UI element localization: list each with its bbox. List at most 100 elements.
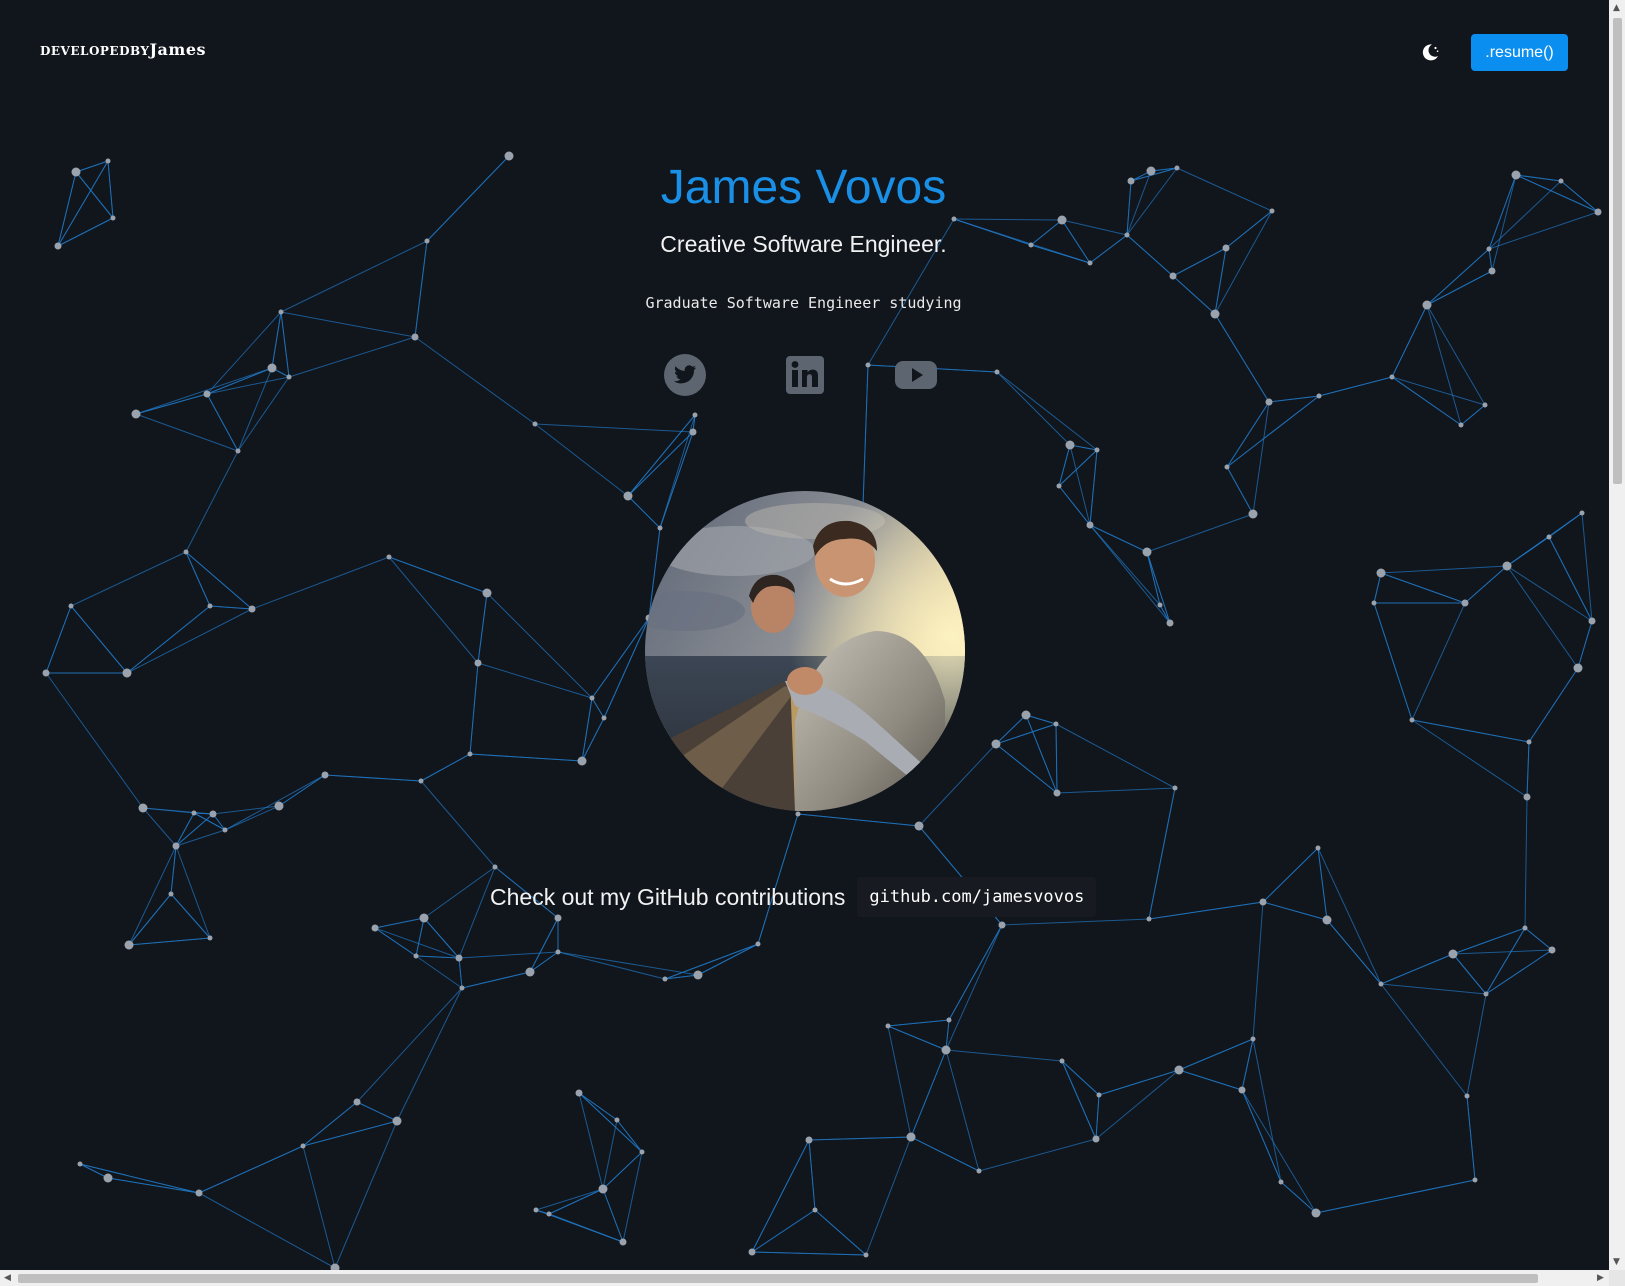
network-edge: [198, 1192, 336, 1269]
network-edge: [1089, 449, 1098, 526]
network-node: [1548, 946, 1556, 954]
network-node: [555, 949, 561, 955]
network-edge: [1241, 1089, 1282, 1183]
network-edge: [1001, 918, 1150, 926]
network-node: [1315, 845, 1321, 851]
network-node: [1371, 600, 1377, 606]
network-node: [1376, 568, 1386, 578]
network-edge: [751, 1209, 816, 1253]
github-link[interactable]: github.com/jamesvovos: [857, 877, 1097, 917]
network-edge: [945, 924, 1003, 1051]
network-edge: [1526, 741, 1530, 798]
network-edge: [1466, 993, 1487, 1097]
network-edge: [193, 812, 226, 831]
network-edge: [1178, 1038, 1254, 1071]
network-edge: [1146, 551, 1171, 624]
network-node: [623, 491, 633, 501]
network-edge: [557, 951, 699, 976]
network-edge: [185, 551, 211, 607]
network-node: [589, 695, 595, 701]
brand-logo[interactable]: developedbyJames: [40, 40, 206, 60]
network-edge: [534, 423, 629, 497]
network-node: [110, 215, 116, 221]
network-node: [1522, 925, 1528, 931]
network-edge: [251, 556, 390, 610]
network-node: [124, 940, 134, 950]
network-node: [1316, 393, 1322, 399]
network-edge: [557, 951, 666, 980]
network-node: [1259, 898, 1267, 906]
scroll-left-icon[interactable]: ◀: [4, 1272, 11, 1284]
scroll-up-icon[interactable]: ▲: [1613, 3, 1620, 13]
scroll-right-icon[interactable]: ▶: [1597, 1272, 1604, 1284]
network-edge: [1089, 524, 1171, 624]
network-edge: [910, 1136, 980, 1172]
network-edge: [374, 917, 425, 929]
network-edge: [1391, 376, 1462, 426]
network-node: [885, 1023, 891, 1029]
network-edge: [356, 1101, 398, 1122]
network-edge: [1464, 565, 1508, 604]
network-node: [411, 333, 419, 341]
network-edge: [1226, 401, 1270, 468]
network-node: [42, 669, 50, 677]
youtube-icon[interactable]: [893, 352, 939, 398]
network-node: [532, 421, 538, 427]
network-edge: [126, 605, 211, 674]
network-edge: [1426, 304, 1462, 426]
network-edge: [1524, 796, 1528, 929]
network-node: [951, 216, 957, 222]
network-node: [1448, 949, 1458, 959]
network-node: [1059, 1058, 1065, 1064]
network-edge: [288, 336, 416, 378]
linkedin-icon[interactable]: [782, 352, 828, 398]
network-node: [1248, 509, 1258, 519]
moon-icon[interactable]: [1419, 41, 1441, 63]
network-edge: [458, 957, 463, 989]
network-node: [1021, 710, 1031, 720]
network-node: [207, 603, 213, 609]
vertical-scrollbar-thumb[interactable]: [1613, 18, 1622, 484]
network-node: [1526, 739, 1532, 745]
vertical-scrollbar[interactable]: ▲ ▼: [1609, 0, 1625, 1270]
network-edge: [1252, 901, 1264, 1040]
network-edge: [1061, 1060, 1100, 1096]
network-node: [122, 668, 132, 678]
network-node: [1458, 422, 1464, 428]
network-node: [1464, 1093, 1470, 1099]
network-edge: [224, 774, 326, 831]
horizontal-scrollbar-thumb[interactable]: [18, 1274, 1538, 1283]
network-edge: [603, 617, 650, 719]
network-edge: [128, 937, 211, 946]
network-edge: [664, 943, 759, 980]
network-node: [209, 810, 217, 818]
network-node: [418, 778, 424, 784]
network-edge: [910, 1049, 947, 1138]
network-edge: [534, 423, 694, 433]
network-edge: [953, 218, 1063, 221]
network-edge: [1452, 927, 1526, 955]
horizontal-scrollbar[interactable]: ◀ ▶: [0, 1270, 1609, 1286]
network-edge: [1373, 602, 1413, 721]
network-node: [168, 891, 174, 897]
network-edge: [469, 662, 479, 755]
network-edge: [865, 1136, 912, 1256]
network-node: [657, 525, 663, 531]
resume-button[interactable]: .resume(): [1471, 34, 1568, 71]
network-node: [991, 739, 1001, 749]
scroll-down-icon[interactable]: ▼: [1613, 1257, 1620, 1267]
network-edge: [469, 753, 583, 762]
network-node: [865, 362, 871, 368]
network-node: [235, 448, 241, 454]
network-edge: [751, 1251, 867, 1256]
network-node: [1146, 916, 1152, 922]
network-edge: [995, 743, 1058, 794]
network-edge: [423, 866, 496, 919]
network-edge: [1452, 949, 1553, 955]
network-edge: [107, 1177, 200, 1194]
twitter-icon[interactable]: [662, 352, 708, 398]
network-edge: [1262, 901, 1328, 921]
network-node: [1588, 617, 1596, 625]
network-node: [755, 941, 761, 947]
network-edge: [461, 971, 531, 989]
